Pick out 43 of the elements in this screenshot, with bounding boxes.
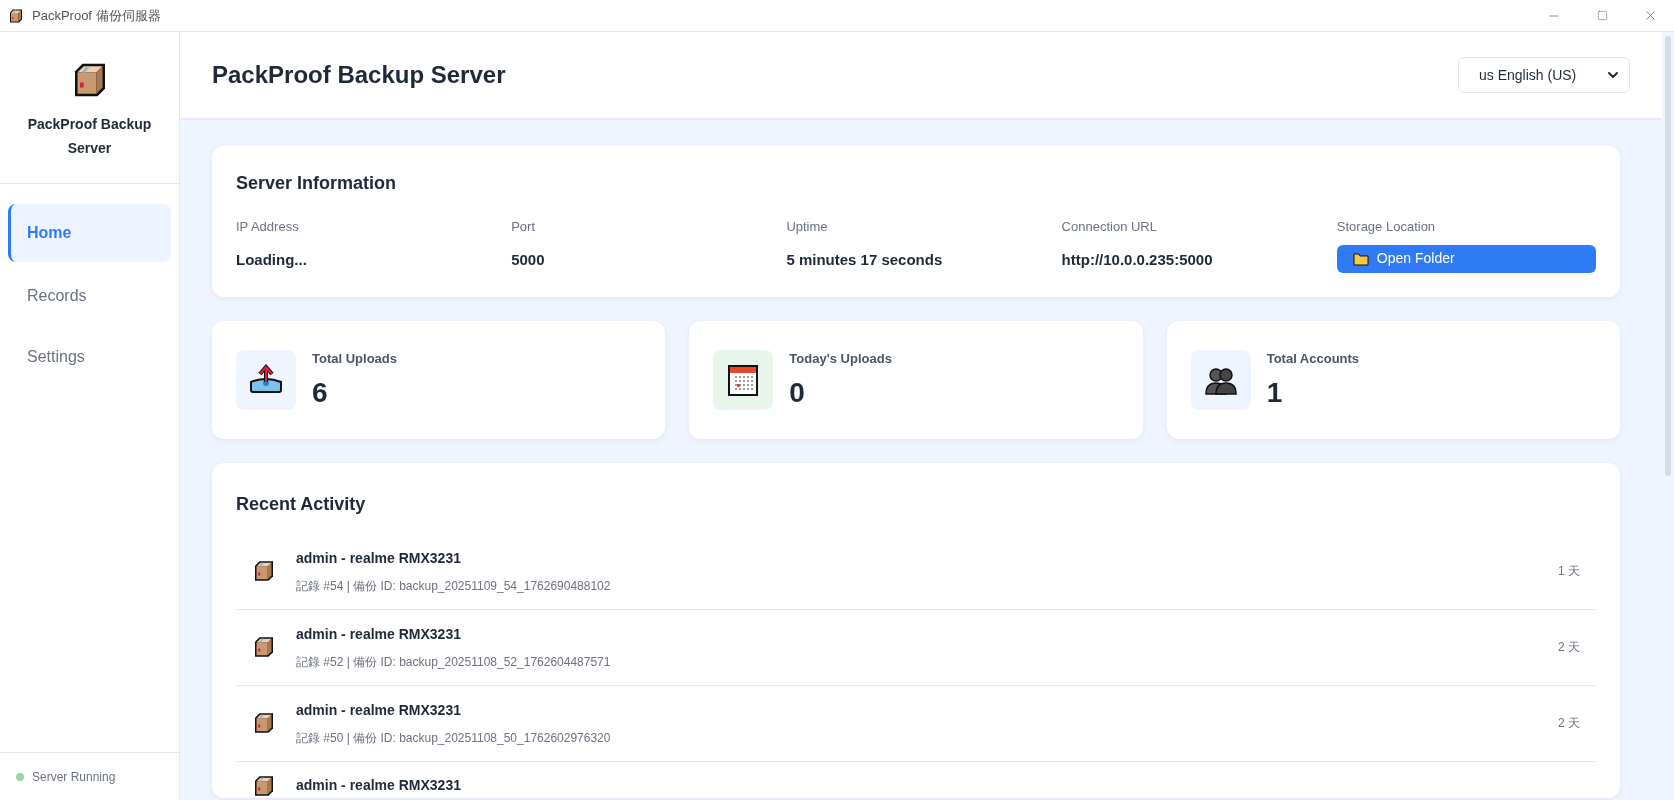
- section-title: Server Information: [236, 172, 398, 195]
- stat-label: Today's Uploads: [789, 349, 892, 368]
- nav-item[interactable]: Settings: [8, 330, 171, 384]
- nav-item[interactable]: Records: [8, 269, 171, 323]
- activity-time: 2 天: [1558, 639, 1580, 656]
- field-label: Uptime: [786, 218, 829, 236]
- stat-value: 1: [1266, 376, 1284, 410]
- stat-label: Total Uploads: [312, 349, 397, 368]
- field-value: http://10.0.0.235:5000: [1061, 249, 1214, 270]
- package-icon: [252, 773, 276, 798]
- activity-detail: 記錄 #54 | 備份 ID: backup_20251109_54_1762690488102: [296, 577, 611, 595]
- activity-title: admin - realme RMX3231: [296, 548, 462, 568]
- page-title: PackProof Backup Server: [212, 60, 506, 90]
- field-label: Connection URL: [1061, 218, 1158, 236]
- maximize-icon[interactable]: [1596, 10, 1608, 21]
- stat-value: 0: [789, 376, 806, 410]
- stat-label: Total Accounts: [1266, 349, 1360, 368]
- activity-title: admin - realme RMX3231: [296, 700, 462, 720]
- field-label: IP Address: [236, 218, 300, 236]
- activity-title: admin - realme RMX3231: [296, 624, 462, 644]
- field-value: Loading...: [236, 249, 308, 270]
- activity-time: 2 天: [1558, 715, 1580, 732]
- field-value: 5000: [511, 249, 546, 270]
- window-title: PackProof 備份伺服器: [32, 6, 161, 25]
- section-title: Recent Activity: [236, 492, 367, 516]
- language-select[interactable]: us English (US): [1458, 57, 1630, 93]
- activity-time: 1 天: [1558, 563, 1580, 580]
- app-name: PackProof Backup Server: [26, 115, 153, 158]
- activity-title: admin - realme RMX3231: [296, 776, 461, 795]
- stat-value: 6: [312, 376, 329, 410]
- package-icon: [252, 635, 276, 659]
- activity-detail: 記錄 #52 | 備份 ID: backup_20251108_52_1762604487571: [296, 653, 611, 671]
- nav-item[interactable]: Home: [8, 204, 171, 262]
- package-icon: [252, 559, 276, 583]
- package-icon: [252, 711, 276, 735]
- field-label: Storage Location: [1336, 218, 1437, 236]
- open-folder-button[interactable]: Open Folder: [1336, 244, 1596, 273]
- status-text: Server Running: [32, 768, 116, 786]
- folder-icon: [1352, 250, 1369, 267]
- field-value: 5 minutes 17 seconds: [786, 249, 944, 270]
- package-icon: [8, 7, 24, 24]
- field-label: Port: [511, 218, 537, 236]
- activity-detail: 記錄 #50 | 備份 ID: backup_20251108_50_1762602976320: [296, 729, 611, 747]
